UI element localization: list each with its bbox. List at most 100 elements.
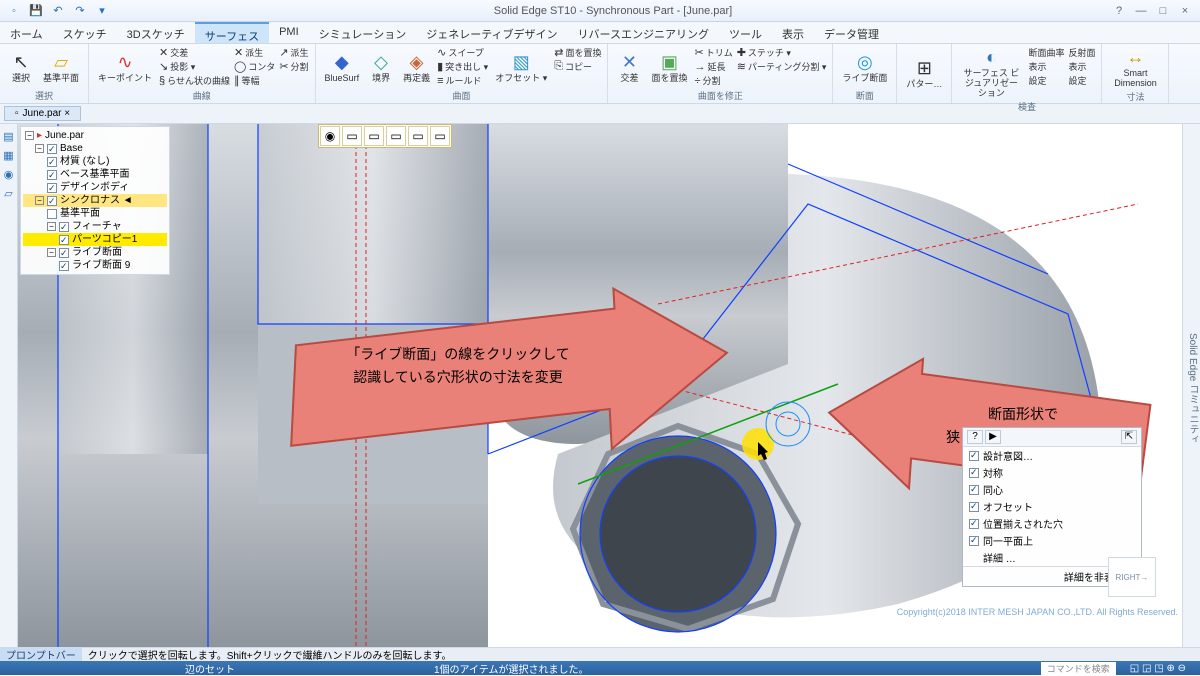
tree-item[interactable]: 基準平面 [23,207,167,220]
status-icons[interactable]: ◱ ◲ ◳ ⊕ ⊖ [1116,663,1200,674]
livesection-button[interactable]: ◎ライブ断面 [839,46,890,89]
boundary-button[interactable]: ◇境界 [366,46,396,89]
exchange-button[interactable]: ✕交差 [614,46,644,89]
rel-help-icon[interactable]: ? [967,430,983,444]
rel-alignedhole[interactable]: 位置揃えされた穴 [963,515,1141,532]
tree-item[interactable]: −ライブ断面 [23,246,167,259]
rel-offset[interactable]: オフセット [963,498,1141,515]
close-button[interactable]: × [1176,5,1194,17]
tab-sketch[interactable]: スケッチ [53,22,117,43]
prompt-bar: プロンプトバー クリックで選択を回転します。Shift+クリックで繊維ハンドルの… [0,647,1200,661]
replaceface-button[interactable]: ▣面を置換 [648,46,690,89]
show2-cmd[interactable]: 表示 [1068,60,1095,73]
command-search[interactable]: コマンドを検索 [1041,662,1116,675]
tree-icon[interactable]: ▤ [3,130,13,143]
layers-icon[interactable]: ▦ [3,149,13,162]
cross-cmd[interactable]: ✕派生 [234,46,275,59]
tab-pmi[interactable]: PMI [269,22,309,43]
ctx-btn-5[interactable]: ▭ [408,126,428,146]
ctx-btn-1[interactable]: ◉ [320,126,340,146]
tree-item[interactable]: −Base [23,142,167,155]
rel-coplanar[interactable]: 同一平面上 [963,532,1141,549]
tree-item[interactable]: −フィーチャ [23,220,167,233]
curvature-cmd[interactable]: 断面曲率 [1028,46,1064,59]
redo-icon[interactable]: ↷ [72,3,88,19]
ctx-btn-4[interactable]: ▭ [386,126,406,146]
stitch-cmd[interactable]: ✚ステッチ ▾ [737,46,827,59]
ctx-btn-3[interactable]: ▭ [364,126,384,146]
sweep-cmd[interactable]: ∿スイープ [437,46,488,59]
helix-cmd[interactable]: §らせん状の曲線 [159,74,230,87]
replace-cmd[interactable]: ⇄面を置換 [554,46,601,59]
refplane-button[interactable]: ▱基準平面 [40,46,82,89]
plane-icon[interactable]: ▱ [4,187,12,200]
equal-cmd[interactable]: ∥等幅 [234,74,275,87]
tab-surface[interactable]: サーフェス [195,22,269,43]
view-cube[interactable]: RIGHT→ [1108,557,1156,597]
set2-cmd[interactable]: 設定 [1068,74,1095,87]
set1-cmd[interactable]: 設定 [1028,74,1064,87]
extend-cmd[interactable]: →延長 [694,60,732,73]
right-panel-tab[interactable]: Solid Edge コミュニティ [1182,124,1200,647]
group-select: ↖選択 ▱基準平面 選択 [0,44,89,103]
rel-symmetric[interactable]: 対称 [963,464,1141,481]
tree-synchronous[interactable]: −シンクロナス ◄ [23,194,167,207]
select-button[interactable]: ↖選択 [6,46,36,89]
viewport[interactable]: ◉ ▭ ▭ ▭ ▭ ▭ 「ライブ断面」の線をクリックして 認識している穴形状の寸… [18,124,1182,647]
tree-item[interactable]: ベース基準平面 [23,168,167,181]
rel-play-icon[interactable]: ▶ [985,430,1001,444]
smartdim-button[interactable]: ↔Smart Dimension [1108,46,1162,90]
tree-item[interactable]: デザインボディ [23,181,167,194]
ruled-cmd[interactable]: ≡ルールド [437,74,488,87]
sensor-icon[interactable]: ◉ [4,168,14,181]
undo-icon[interactable]: ↶ [50,3,66,19]
qat-more-icon[interactable]: ▾ [94,3,110,19]
group-pattern: ⊞パター… [897,44,952,103]
tab-simulation[interactable]: シミュレーション [309,22,417,43]
help-button[interactable]: ? [1110,5,1128,17]
ribbon-tabs: ホーム スケッチ 3Dスケッチ サーフェス PMI シミュレーション ジェネレー… [0,22,1200,44]
surfviz-button[interactable]: ◐サーフェス ビジュアリゼーション [958,46,1024,100]
trim-cmd[interactable]: ✂トリム [694,46,732,59]
tab-home[interactable]: ホーム [0,22,53,43]
redefine-button[interactable]: ◈再定義 [400,46,433,89]
group-dim-label: 寸法 [1108,90,1162,104]
tree-livesection9[interactable]: ライブ断面 9 [23,259,167,272]
split2-cmd[interactable]: ÷分割 [694,74,732,87]
tab-data[interactable]: データ管理 [814,22,889,43]
bluesurf-button[interactable]: ◆BlueSurf [322,46,363,89]
context-toolbar[interactable]: ◉ ▭ ▭ ▭ ▭ ▭ [318,124,452,148]
rel-pin-icon[interactable]: ⇱ [1121,430,1137,444]
tree-item[interactable]: 材質 (なし) [23,155,167,168]
rel-concentric[interactable]: 同心 [963,481,1141,498]
feature-tree[interactable]: −▸June.par −Base 材質 (なし) ベース基準平面 デザインボディ… [20,126,170,275]
save-icon[interactable]: 💾 [28,3,44,19]
tree-root[interactable]: −▸June.par [23,129,167,142]
rel-header[interactable]: 設計意図… [963,447,1141,464]
offset-button[interactable]: ▧オフセット ▾ [492,46,550,89]
app-icon[interactable]: ◦ [6,3,22,19]
parting-cmd[interactable]: ≋パーティング分割 ▾ [737,60,827,73]
maximize-button[interactable]: □ [1154,5,1172,17]
copy-cmd[interactable]: ⎘コピー [554,60,601,73]
ctx-btn-6[interactable]: ▭ [430,126,450,146]
pattern-button[interactable]: ⊞パター… [903,46,945,102]
document-tab[interactable]: ▫June.par × [4,106,81,121]
keypoint-button[interactable]: ∿キーポイント [95,46,155,89]
derive-cmd[interactable]: ↗派生 [279,46,308,59]
tab-tools[interactable]: ツール [719,22,772,43]
split-cmd[interactable]: ✂分割 [279,60,308,73]
ctx-btn-2[interactable]: ▭ [342,126,362,146]
reflect-cmd[interactable]: 反射面 [1068,46,1095,59]
project-cmd[interactable]: ↘投影 ▾ [159,60,230,73]
tree-partcopy[interactable]: パーツコピー1 [23,233,167,246]
minimize-button[interactable]: — [1132,5,1150,17]
intersect-cmd[interactable]: ✕交差 [159,46,230,59]
tab-reverse[interactable]: リバースエンジニアリング [568,22,719,43]
tab-3dsketch[interactable]: 3Dスケッチ [117,22,195,43]
extrude-cmd[interactable]: ▮突き出し ▾ [437,60,488,73]
tab-view[interactable]: 表示 [772,22,814,43]
tab-generative[interactable]: ジェネレーティブデザイン [416,22,567,43]
contour-cmd[interactable]: ◯コンタ [234,60,275,73]
show1-cmd[interactable]: 表示 [1028,60,1064,73]
